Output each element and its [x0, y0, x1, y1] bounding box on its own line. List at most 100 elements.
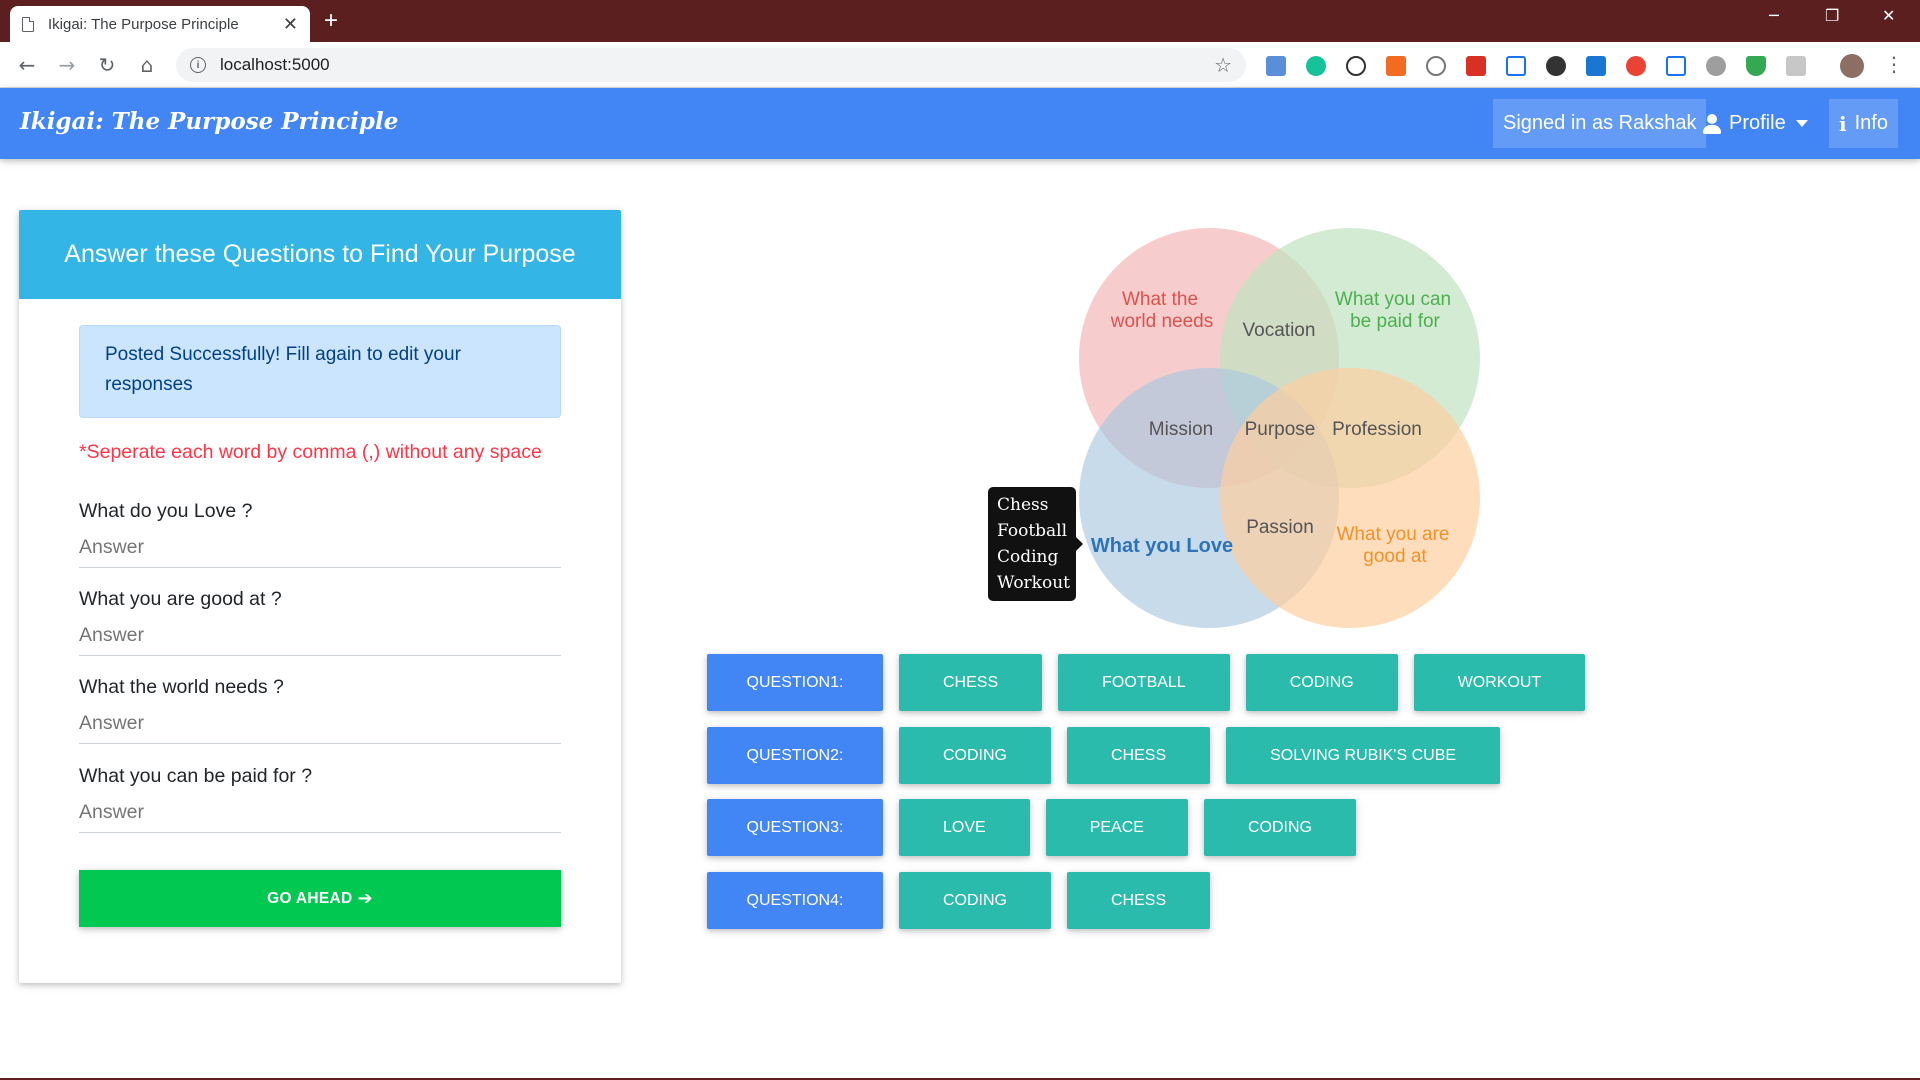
user-icon	[1703, 113, 1721, 134]
question2-button[interactable]: QUESTION2:	[707, 727, 883, 784]
profile-label: Profile	[1729, 112, 1786, 134]
venn-label-love: What you Love	[1091, 535, 1233, 557]
menu-kebab-icon[interactable]: ⋮	[1884, 52, 1904, 76]
angular-extension-icon[interactable]	[1586, 56, 1606, 76]
arrow-right-icon: ➔	[357, 888, 373, 909]
venn-circle-love	[1079, 368, 1339, 628]
question-label-world-needs: What the world needs ?	[79, 676, 284, 698]
answer-chip[interactable]: CHESS	[899, 654, 1043, 711]
signed-in-label[interactable]: Signed in as Rakshak	[1493, 99, 1707, 148]
answer-input-love[interactable]	[79, 528, 561, 568]
answer-chip[interactable]: CHESS	[1067, 872, 1211, 929]
tooltip-item: Workout	[997, 573, 1070, 593]
app-navbar: Ikigai: The Purpose Principle Signed in …	[0, 88, 1920, 159]
answer-chip[interactable]: CODING	[1203, 799, 1356, 856]
go-ahead-label: GO AHEAD	[267, 889, 353, 907]
info-label: Info	[1854, 112, 1888, 134]
compass-extension-icon[interactable]	[1426, 56, 1446, 76]
venn-label-paid-for-1: What you can	[1335, 289, 1451, 310]
reload-icon[interactable]: ↻	[93, 51, 121, 79]
answer-input-world-needs[interactable]	[79, 704, 561, 744]
tooltip-item: Chess	[997, 495, 1049, 515]
answer-row-1: QUESTION1: CHESS FOOTBALL CODING WORKOUT	[707, 654, 1586, 711]
window-close-button[interactable]: ✕	[1882, 6, 1895, 25]
forward-arrow-icon[interactable]: →	[53, 51, 81, 79]
question-label-love: What do you Love ?	[79, 500, 253, 522]
venn-label-profession: Profession	[1332, 419, 1422, 440]
venn-label-purpose: Purpose	[1245, 419, 1316, 440]
page-icon	[22, 16, 34, 32]
url-text: localhost:5000	[220, 55, 330, 74]
download-extension-icon[interactable]	[1386, 56, 1406, 76]
pdf-extension-icon[interactable]	[1466, 56, 1486, 76]
questions-card: Answer these Questions to Find Your Purp…	[19, 210, 621, 983]
answer-row-3: QUESTION3: LOVE PEACE CODING	[707, 799, 1356, 856]
info-icon: i	[1839, 111, 1847, 136]
minimize-button[interactable]: ─	[1769, 6, 1779, 25]
answer-chip[interactable]: CODING	[1245, 654, 1398, 711]
question-label-paid-for: What you can be paid for ?	[79, 765, 313, 787]
tab-title: Ikigai: The Purpose Principle	[48, 15, 239, 33]
info-link[interactable]: i Info	[1829, 99, 1898, 148]
windows-extension-icon[interactable]	[1666, 56, 1686, 76]
answer-chip[interactable]: CODING	[899, 727, 1051, 784]
venn-circle-world-needs	[1079, 228, 1339, 488]
site-info-icon[interactable]: i	[190, 57, 206, 73]
success-alert: Posted Successfully! Fill again to edit …	[79, 325, 561, 418]
restore-button[interactable]: ❐	[1825, 6, 1839, 25]
back-arrow-icon[interactable]: ←	[13, 51, 41, 79]
infinity-extension-icon[interactable]	[1626, 56, 1646, 76]
answer-row-4: QUESTION4: CODING CHESS	[707, 872, 1211, 929]
question1-button[interactable]: QUESTION1:	[707, 654, 883, 711]
camera-extension-icon[interactable]	[1266, 56, 1286, 76]
chevron-down-icon	[1795, 120, 1808, 127]
answer-row-2: QUESTION2: CODING CHESS SOLVING RUBIK'S …	[707, 727, 1501, 784]
address-bar[interactable]: i localhost:5000 ☆	[176, 48, 1246, 82]
speed-extension-icon[interactable]	[1346, 56, 1366, 76]
brand-title[interactable]: Ikigai: The Purpose Principle	[20, 108, 398, 135]
question-label-good-at: What you are good at ?	[79, 588, 282, 610]
venn-circle-good-at	[1220, 368, 1480, 628]
answer-chip[interactable]: FOOTBALL	[1058, 654, 1230, 711]
answer-chip[interactable]: LOVE	[899, 799, 1030, 856]
input-hint: *Seperate each word by comma (,) without…	[79, 441, 542, 463]
bookmark-star-icon[interactable]: ☆	[1214, 53, 1232, 77]
circle-extension-icon[interactable]	[1706, 56, 1726, 76]
question3-button[interactable]: QUESTION3:	[707, 799, 883, 856]
venn-label-vocation: Vocation	[1243, 320, 1316, 341]
user-avatar-icon[interactable]	[1840, 54, 1864, 78]
answer-chip[interactable]: PEACE	[1045, 799, 1188, 856]
extension-puzzle-icon[interactable]	[1786, 56, 1806, 76]
card-header: Answer these Questions to Find Your Purp…	[19, 210, 621, 299]
question4-button[interactable]: QUESTION4:	[707, 872, 883, 929]
go-ahead-button[interactable]: GO AHEAD ➔	[79, 870, 561, 927]
venn-label-world-needs-1: What the	[1122, 289, 1198, 310]
answer-input-paid-for[interactable]	[79, 793, 561, 833]
answer-chip[interactable]: SOLVING RUBIK'S CUBE	[1226, 727, 1501, 784]
tab-close-icon[interactable]: ✕	[283, 15, 298, 33]
answer-chip[interactable]: CODING	[899, 872, 1051, 929]
grammarly-extension-icon[interactable]	[1306, 56, 1326, 76]
profile-dropdown[interactable]: Profile	[1703, 99, 1808, 148]
venn-label-good-at-2: good at	[1363, 546, 1427, 567]
venn-label-mission: Mission	[1149, 419, 1213, 440]
browser-toolbar: ← → ↻ ⌂ i localhost:5000 ☆ ⋮	[0, 42, 1920, 88]
venn-label-good-at-1: What you are	[1337, 524, 1450, 545]
venn-label-passion: Passion	[1246, 517, 1314, 538]
venn-label-paid-for-2: be paid for	[1350, 311, 1440, 332]
browser-tab[interactable]: Ikigai: The Purpose Principle ✕	[10, 6, 310, 42]
answer-chip[interactable]: CHESS	[1067, 727, 1211, 784]
new-tab-button[interactable]: +	[324, 8, 338, 34]
dark-mode-extension-icon[interactable]	[1546, 56, 1566, 76]
answer-chip[interactable]: WORKOUT	[1413, 654, 1586, 711]
venn-label-world-needs-2: world needs	[1110, 311, 1213, 332]
answer-input-good-at[interactable]	[79, 616, 561, 656]
browser-tab-bar: Ikigai: The Purpose Principle ✕ + ─ ❐ ✕	[0, 0, 1920, 42]
love-answers-tooltip: Chess Football Coding Workout	[988, 487, 1083, 601]
tooltip-item: Football	[997, 521, 1068, 541]
tooltip-item: Coding	[997, 547, 1059, 567]
venn-circle-paid-for	[1220, 228, 1480, 488]
font-extension-icon[interactable]	[1506, 56, 1526, 76]
home-icon[interactable]: ⌂	[133, 51, 161, 79]
shield-extension-icon[interactable]	[1746, 56, 1766, 76]
